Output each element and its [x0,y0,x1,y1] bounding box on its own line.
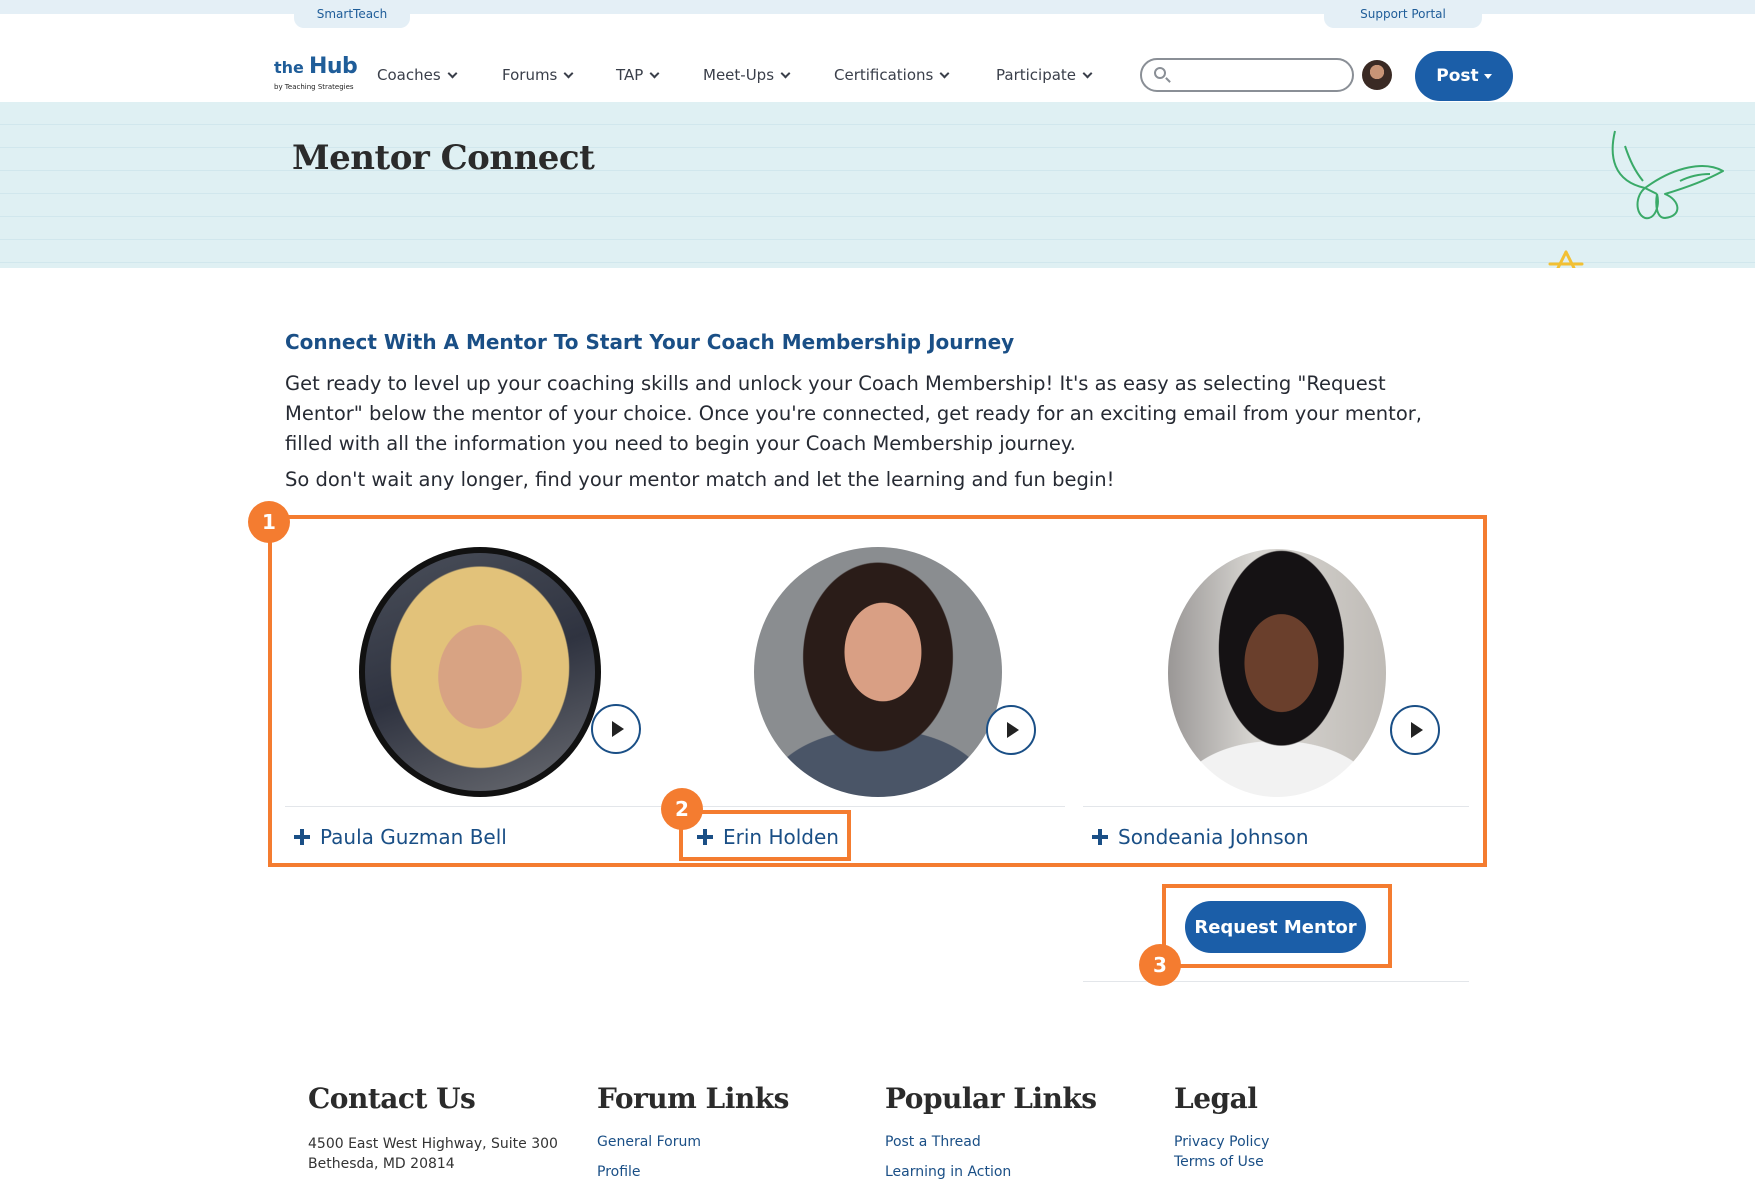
chevron-down-icon [447,68,458,78]
nav-label: Coaches [377,66,441,84]
nav-label: Participate [996,66,1077,84]
logo-hub: Hub [308,54,358,79]
nav-label: Forums [502,66,558,84]
butterfly-icon [1611,130,1724,220]
mentor-name: Paula Guzman Bell [320,825,507,849]
mentor-select-sondeania[interactable]: Sondeania Johnson [1092,825,1309,849]
chevron-down-icon [1082,68,1093,78]
footer-link-terms[interactable]: Terms of Use [1174,1154,1264,1170]
mentor-photo-sondeania [1168,549,1386,797]
chevron-down-icon [563,68,574,78]
address-line: Bethesda, MD 20814 [308,1156,455,1172]
nav-tap[interactable]: TAP [616,66,660,84]
play-video-icon[interactable] [591,704,641,754]
smartteach-tab[interactable]: SmartTeach [294,0,410,28]
post-button[interactable]: Post [1415,51,1513,101]
mentor-name: Sondeania Johnson [1118,825,1309,849]
nav-label: Meet-Ups [703,66,775,84]
nav-label: TAP [616,66,644,84]
the-hub-logo[interactable]: the Hub by Teaching Strategies [274,54,364,94]
play-video-icon[interactable] [986,705,1036,755]
plus-icon [294,829,310,845]
top-strip [0,0,1755,14]
footer-popular-title: Popular Links [885,1082,1097,1115]
footer-link-privacy[interactable]: Privacy Policy [1174,1134,1269,1150]
support-portal-tab[interactable]: Support Portal [1324,0,1482,28]
nav-meet-ups[interactable]: Meet-Ups [703,66,791,84]
plus-icon [1092,829,1108,845]
mentor-divider [679,806,1065,807]
mentor-name-highlight [679,810,851,861]
request-divider [1083,981,1469,982]
address-line: 4500 East West Highway, Suite 300 [308,1136,558,1152]
footer-link-learning-in-action[interactable]: Learning in Action [885,1164,1011,1180]
footer-contact: Contact Us 4500 East West Highway, Suite… [308,1082,558,1172]
intro-paragraph: Get ready to level up your coaching skil… [285,372,1422,455]
logo-byline: by Teaching Strategies [274,83,354,91]
user-avatar[interactable] [1362,60,1392,90]
nav-certifications[interactable]: Certifications [834,66,950,84]
mentor-divider [1083,806,1469,807]
footer-popular-links: Popular Links Post a Thread Learning in … [885,1082,1097,1180]
footer-link-profile[interactable]: Profile [597,1164,641,1180]
mentor-photo-erin [754,547,1002,797]
callout-badge-2: 2 [661,788,703,830]
mentor-divider [285,806,670,807]
footer-legal-title: Legal [1174,1082,1258,1115]
nav-participate[interactable]: Participate [996,66,1093,84]
play-video-icon[interactable] [1390,705,1440,755]
callout-badge-3: 3 [1139,944,1181,986]
search-input[interactable] [1140,58,1354,92]
caret-down-icon [1483,73,1492,79]
mentor-select-paula[interactable]: Paula Guzman Bell [294,825,507,849]
chevron-down-icon [649,68,660,78]
request-mentor-button[interactable]: Request Mentor [1185,901,1366,953]
mentor-photo-paula [359,547,601,797]
footer-forum-title: Forum Links [597,1082,789,1115]
footer-address: 4500 East West Highway, Suite 300 Bethes… [308,1134,558,1174]
intro-call-to-action: So don't wait any longer, find your ment… [285,468,1115,491]
footer-legal: Legal Privacy Policy Terms of Use [1174,1082,1269,1170]
nav-forums[interactable]: Forums [502,66,574,84]
hero-banner: Mentor Connect [0,102,1755,268]
footer-link-general-forum[interactable]: General Forum [597,1134,701,1150]
site-header: the Hub by Teaching Strategies Coaches F… [240,30,1525,102]
chevron-down-icon [939,68,950,78]
callout-badge-1: 1 [248,501,290,543]
page-title: Mentor Connect [292,138,595,178]
logo-the: the [274,58,304,77]
search-icon [1154,67,1166,79]
post-button-label: Post [1436,66,1479,86]
chevron-down-icon [780,68,791,78]
footer-forum-links: Forum Links General Forum Profile [597,1082,789,1180]
footer-contact-title: Contact Us [308,1082,476,1115]
nav-coaches[interactable]: Coaches [377,66,458,84]
intro-heading: Connect With A Mentor To Start Your Coac… [285,330,1015,354]
star-doodle-icon [1548,250,1584,268]
footer-link-post-thread[interactable]: Post a Thread [885,1134,981,1150]
nav-label: Certifications [834,66,934,84]
